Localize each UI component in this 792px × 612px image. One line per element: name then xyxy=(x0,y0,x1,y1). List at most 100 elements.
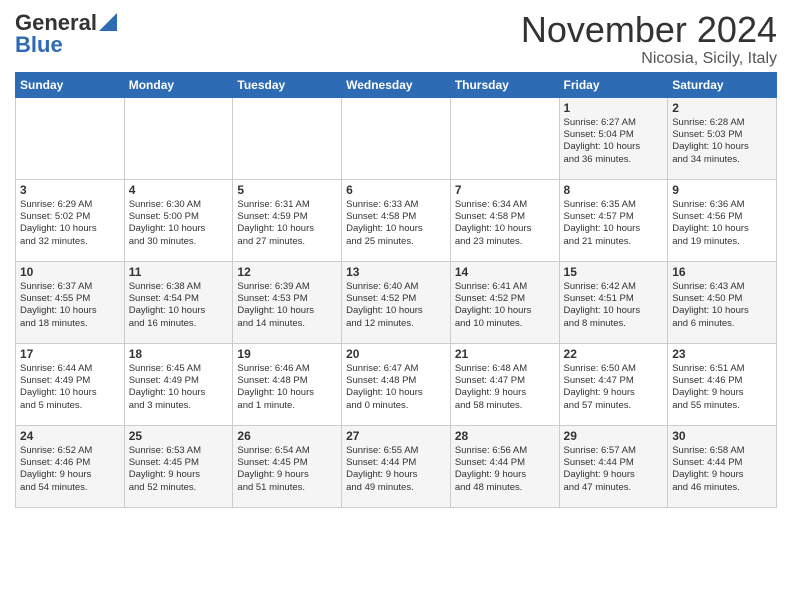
page-container: General Blue November 2024 Nicosia, Sici… xyxy=(0,0,792,518)
day-info: Daylight: 10 hours xyxy=(129,305,229,317)
day-info: Sunrise: 6:33 AM xyxy=(346,199,446,211)
day-info: Sunset: 4:49 PM xyxy=(20,375,120,387)
day-info: Sunset: 5:00 PM xyxy=(129,211,229,223)
day-info: and 46 minutes. xyxy=(672,482,772,494)
day-info: Daylight: 10 hours xyxy=(672,223,772,235)
day-number: 4 xyxy=(129,183,229,197)
calendar-cell: 2Sunrise: 6:28 AMSunset: 5:03 PMDaylight… xyxy=(668,97,777,179)
day-info: Sunset: 5:04 PM xyxy=(564,129,664,141)
day-info: Sunset: 4:49 PM xyxy=(129,375,229,387)
day-number: 13 xyxy=(346,265,446,279)
day-number: 8 xyxy=(564,183,664,197)
logo-blue: Blue xyxy=(15,32,63,58)
day-info: Sunrise: 6:46 AM xyxy=(237,363,337,375)
day-info: Sunset: 5:02 PM xyxy=(20,211,120,223)
calendar-cell: 6Sunrise: 6:33 AMSunset: 4:58 PMDaylight… xyxy=(342,179,451,261)
day-info: and 8 minutes. xyxy=(564,318,664,330)
day-info: and 51 minutes. xyxy=(237,482,337,494)
calendar-cell: 9Sunrise: 6:36 AMSunset: 4:56 PMDaylight… xyxy=(668,179,777,261)
day-info: Daylight: 9 hours xyxy=(564,387,664,399)
day-info: Daylight: 9 hours xyxy=(564,469,664,481)
day-info: Sunrise: 6:51 AM xyxy=(672,363,772,375)
day-info: and 12 minutes. xyxy=(346,318,446,330)
day-info: Sunrise: 6:41 AM xyxy=(455,281,555,293)
calendar-cell: 19Sunrise: 6:46 AMSunset: 4:48 PMDayligh… xyxy=(233,343,342,425)
day-info: and 5 minutes. xyxy=(20,400,120,412)
day-info: and 25 minutes. xyxy=(346,236,446,248)
calendar-cell: 12Sunrise: 6:39 AMSunset: 4:53 PMDayligh… xyxy=(233,261,342,343)
calendar-week-row: 24Sunrise: 6:52 AMSunset: 4:46 PMDayligh… xyxy=(16,425,777,507)
day-info: and 32 minutes. xyxy=(20,236,120,248)
calendar-table: SundayMondayTuesdayWednesdayThursdayFrid… xyxy=(15,72,777,508)
month-title: November 2024 xyxy=(521,10,777,50)
day-number: 29 xyxy=(564,429,664,443)
calendar-cell: 27Sunrise: 6:55 AMSunset: 4:44 PMDayligh… xyxy=(342,425,451,507)
calendar-header-cell: Saturday xyxy=(668,72,777,97)
day-number: 23 xyxy=(672,347,772,361)
day-info: and 49 minutes. xyxy=(346,482,446,494)
calendar-cell: 28Sunrise: 6:56 AMSunset: 4:44 PMDayligh… xyxy=(450,425,559,507)
day-info: Sunrise: 6:58 AM xyxy=(672,445,772,457)
day-info: Sunrise: 6:54 AM xyxy=(237,445,337,457)
day-info: Sunrise: 6:27 AM xyxy=(564,117,664,129)
day-info: and 14 minutes. xyxy=(237,318,337,330)
day-info: Sunrise: 6:48 AM xyxy=(455,363,555,375)
calendar-cell: 3Sunrise: 6:29 AMSunset: 5:02 PMDaylight… xyxy=(16,179,125,261)
calendar-cell: 22Sunrise: 6:50 AMSunset: 4:47 PMDayligh… xyxy=(559,343,668,425)
calendar-cell: 18Sunrise: 6:45 AMSunset: 4:49 PMDayligh… xyxy=(124,343,233,425)
day-number: 9 xyxy=(672,183,772,197)
day-info: Sunset: 4:57 PM xyxy=(564,211,664,223)
day-info: Daylight: 10 hours xyxy=(455,305,555,317)
day-info: and 30 minutes. xyxy=(129,236,229,248)
calendar-cell: 23Sunrise: 6:51 AMSunset: 4:46 PMDayligh… xyxy=(668,343,777,425)
day-info: Sunset: 4:45 PM xyxy=(237,457,337,469)
calendar-cell: 7Sunrise: 6:34 AMSunset: 4:58 PMDaylight… xyxy=(450,179,559,261)
day-info: Sunset: 4:46 PM xyxy=(20,457,120,469)
day-info: Daylight: 10 hours xyxy=(564,141,664,153)
day-number: 11 xyxy=(129,265,229,279)
day-info: and 19 minutes. xyxy=(672,236,772,248)
calendar-header-cell: Wednesday xyxy=(342,72,451,97)
day-info: Sunrise: 6:57 AM xyxy=(564,445,664,457)
day-number: 17 xyxy=(20,347,120,361)
calendar-cell: 26Sunrise: 6:54 AMSunset: 4:45 PMDayligh… xyxy=(233,425,342,507)
day-number: 20 xyxy=(346,347,446,361)
day-info: Daylight: 10 hours xyxy=(129,387,229,399)
day-info: Daylight: 10 hours xyxy=(672,141,772,153)
calendar-cell xyxy=(16,97,125,179)
day-info: Sunset: 4:58 PM xyxy=(346,211,446,223)
day-info: Daylight: 10 hours xyxy=(455,223,555,235)
day-number: 30 xyxy=(672,429,772,443)
day-info: Sunrise: 6:55 AM xyxy=(346,445,446,457)
day-info: Sunrise: 6:36 AM xyxy=(672,199,772,211)
day-info: Sunrise: 6:56 AM xyxy=(455,445,555,457)
day-info: Sunrise: 6:50 AM xyxy=(564,363,664,375)
day-number: 12 xyxy=(237,265,337,279)
logo: General Blue xyxy=(15,10,117,58)
day-info: Daylight: 10 hours xyxy=(237,305,337,317)
day-number: 1 xyxy=(564,101,664,115)
day-info: Daylight: 9 hours xyxy=(129,469,229,481)
day-info: Daylight: 9 hours xyxy=(455,469,555,481)
day-number: 22 xyxy=(564,347,664,361)
day-info: Sunrise: 6:42 AM xyxy=(564,281,664,293)
day-info: and 10 minutes. xyxy=(455,318,555,330)
calendar-header-cell: Monday xyxy=(124,72,233,97)
day-info: Sunrise: 6:29 AM xyxy=(20,199,120,211)
day-info: Daylight: 10 hours xyxy=(237,223,337,235)
day-info: Sunset: 4:47 PM xyxy=(455,375,555,387)
day-info: Sunset: 4:44 PM xyxy=(346,457,446,469)
day-number: 25 xyxy=(129,429,229,443)
day-info: Sunset: 4:45 PM xyxy=(129,457,229,469)
day-info: Daylight: 10 hours xyxy=(672,305,772,317)
day-info: Sunset: 4:44 PM xyxy=(455,457,555,469)
day-info: Sunrise: 6:47 AM xyxy=(346,363,446,375)
calendar-cell: 11Sunrise: 6:38 AMSunset: 4:54 PMDayligh… xyxy=(124,261,233,343)
day-info: Sunrise: 6:38 AM xyxy=(129,281,229,293)
day-number: 6 xyxy=(346,183,446,197)
day-info: and 47 minutes. xyxy=(564,482,664,494)
calendar-header-cell: Tuesday xyxy=(233,72,342,97)
day-info: Sunrise: 6:39 AM xyxy=(237,281,337,293)
calendar-cell: 4Sunrise: 6:30 AMSunset: 5:00 PMDaylight… xyxy=(124,179,233,261)
day-info: Daylight: 10 hours xyxy=(346,305,446,317)
